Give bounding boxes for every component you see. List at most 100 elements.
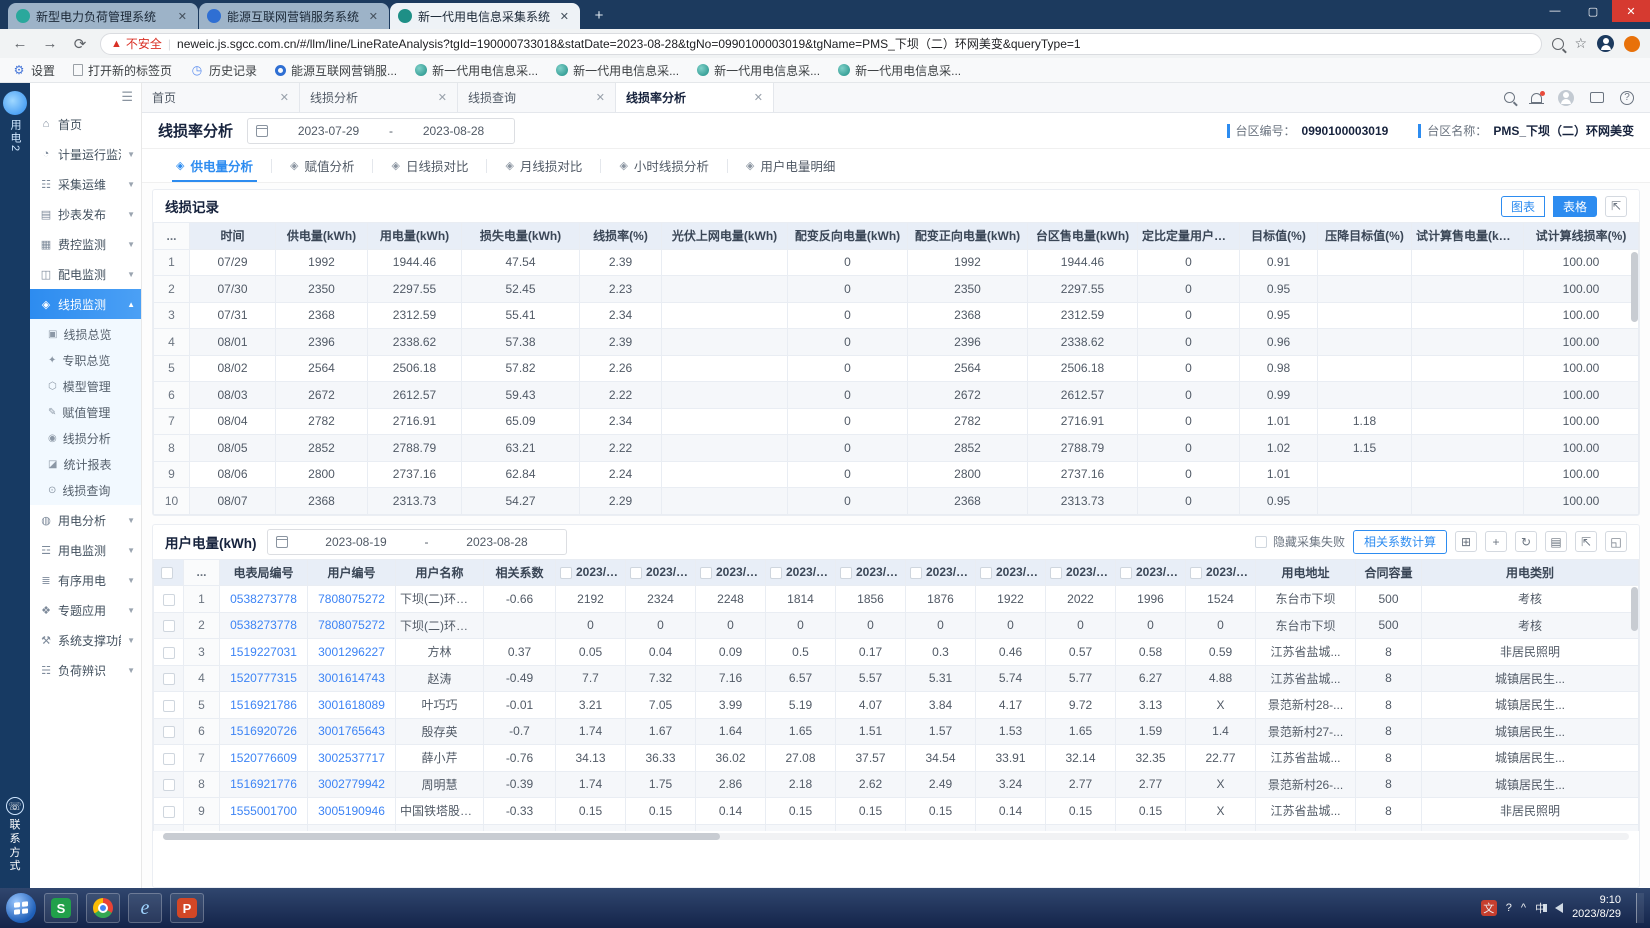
link-cell[interactable]: 1520777315 (220, 665, 308, 692)
link-cell[interactable]: 3005190946 (308, 798, 396, 825)
volume-icon[interactable] (1555, 903, 1563, 913)
link-cell[interactable]: 3001296227 (308, 639, 396, 666)
tab-close-icon[interactable]: ✕ (175, 10, 190, 23)
row-checkbox[interactable] (163, 700, 175, 712)
wps-taskbar-icon[interactable]: S (44, 893, 78, 923)
sub-tab-日线损对比[interactable]: ◈日线损对比 (373, 149, 486, 182)
row-checkbox-cell[interactable] (154, 718, 184, 745)
date-column-checkbox[interactable] (1190, 567, 1202, 579)
sidebar-collapse-icon[interactable]: ☰ (121, 89, 133, 105)
column-header[interactable] (154, 559, 184, 586)
ime-tray-icon[interactable]: 文 (1481, 900, 1497, 916)
link-cell[interactable]: 3001614743 (308, 665, 396, 692)
row-checkbox[interactable] (163, 594, 175, 606)
browser-update-icon[interactable] (1624, 36, 1640, 52)
nav-tab-首页[interactable]: 首页✕ (142, 83, 300, 112)
date-start[interactable]: 2023-07-29 (276, 124, 381, 138)
notification-bell-icon[interactable] (1531, 93, 1542, 103)
link-cell[interactable]: 3001765643 (308, 718, 396, 745)
row-checkbox-cell[interactable] (154, 612, 184, 639)
date-column-checkbox[interactable] (1120, 567, 1132, 579)
hidden-icons-arrow[interactable]: ^ (1521, 902, 1526, 914)
sidebar-subitem-模型管理[interactable]: ⬡模型管理 (30, 373, 141, 399)
row-checkbox-cell[interactable] (154, 665, 184, 692)
show-desktop-button[interactable] (1636, 893, 1644, 923)
sub-tab-月线损对比[interactable]: ◈月线损对比 (487, 149, 600, 182)
sidebar-item-用电分析[interactable]: ◍用电分析▼ (30, 505, 141, 535)
loss-table-scrollbar[interactable] (1631, 252, 1638, 322)
refresh-table-icon[interactable]: ↻ (1515, 531, 1537, 552)
link-cell[interactable]: 1555001700 (220, 798, 308, 825)
link-cell[interactable]: 1516921776 (220, 771, 308, 798)
sidebar-item-系统支撑功能[interactable]: ⚒系统支撑功能▼ (30, 625, 141, 655)
select-all-checkbox[interactable] (161, 567, 173, 579)
row-checkbox[interactable] (163, 673, 175, 685)
fullscreen-table-icon[interactable]: ◱ (1605, 531, 1627, 552)
row-checkbox[interactable] (163, 806, 175, 818)
export-table-icon[interactable]: ⇱ (1575, 531, 1597, 552)
bookmark-item[interactable]: ⚙设置 (12, 62, 55, 79)
taskbar-clock[interactable]: 9:10 2023/8/29 (1572, 894, 1627, 922)
row-checkbox-cell[interactable] (154, 798, 184, 825)
sidebar-item-抄表发布[interactable]: ▤抄表发布▼ (30, 199, 141, 229)
save-icon[interactable]: ▤ (1545, 531, 1567, 552)
bookmark-item[interactable]: 新一代用电信息采... (556, 62, 679, 79)
link-cell[interactable]: 1555001701 (220, 824, 308, 831)
row-checkbox[interactable] (163, 726, 175, 738)
browser-tab[interactable]: 新型电力负荷管理系统✕ (8, 3, 198, 29)
sidebar-subitem-线损分析[interactable]: ◉线损分析 (30, 425, 141, 451)
sidebar-item-专题应用[interactable]: ❖专题应用▼ (30, 595, 141, 625)
user-table-scrollbar[interactable] (1631, 587, 1638, 631)
sidebar-item-配电监测[interactable]: ◫配电监测▼ (30, 259, 141, 289)
tab-close-icon[interactable]: ✕ (280, 91, 289, 104)
sidebar-subitem-赋值管理[interactable]: ✎赋值管理 (30, 399, 141, 425)
row-checkbox[interactable] (163, 620, 175, 632)
sub-tab-赋值分析[interactable]: ◈赋值分析 (272, 149, 372, 182)
sidebar-item-费控监测[interactable]: ▦费控监测▼ (30, 229, 141, 259)
sub-tab-小时线损分析[interactable]: ◈小时线损分析 (601, 149, 726, 182)
sidebar-item-有序用电[interactable]: ≣有序用电▼ (30, 565, 141, 595)
correlation-calc-button[interactable]: 相关系数计算 (1353, 530, 1447, 554)
row-checkbox-cell[interactable] (154, 745, 184, 772)
close-button[interactable]: ✕ (1612, 0, 1650, 22)
sidebar-subitem-专职总览[interactable]: ✦专职总览 (30, 347, 141, 373)
tab-close-icon[interactable]: ✕ (754, 91, 763, 104)
browser-tab[interactable]: 能源互联网营销服务系统✕ (199, 3, 389, 29)
sidebar-item-线损监测[interactable]: ◈线损监测▲ (30, 289, 141, 319)
browser-tab[interactable]: 新一代用电信息采集系统✕ (390, 3, 580, 29)
minimize-button[interactable]: — (1536, 0, 1574, 22)
sidebar-item-采集运维[interactable]: ☷采集运维▼ (30, 169, 141, 199)
link-cell[interactable]: 3002537717 (308, 745, 396, 772)
ie-taskbar-icon[interactable]: e (128, 893, 162, 923)
date-column-checkbox[interactable] (840, 567, 852, 579)
url-field[interactable]: ▲ 不安全 | neweic.js.sgcc.com.cn/#/llm/line… (100, 33, 1542, 55)
date-column-checkbox[interactable] (770, 567, 782, 579)
row-checkbox[interactable] (163, 647, 175, 659)
add-icon[interactable]: + (1485, 531, 1507, 552)
link-cell[interactable]: 3005190947 (308, 824, 396, 831)
powerpoint-taskbar-icon[interactable]: P (170, 893, 204, 923)
new-tab-button[interactable]: + (587, 3, 611, 27)
contact-button[interactable]: ☏ 联系方式 (6, 797, 24, 874)
date-column-checkbox[interactable] (560, 567, 572, 579)
date-column-checkbox[interactable] (980, 567, 992, 579)
main-date-range-picker[interactable]: 2023-07-29 - 2023-08-28 (247, 118, 515, 144)
start-button[interactable] (6, 893, 36, 923)
date-end[interactable]: 2023-08-28 (401, 124, 506, 138)
row-checkbox-cell[interactable] (154, 771, 184, 798)
sidebar-item-用电监测[interactable]: ☲用电监测▼ (30, 535, 141, 565)
link-cell[interactable]: 0538273778 (220, 612, 308, 639)
view-table-button[interactable]: 表格 (1553, 196, 1597, 217)
sidebar-item-首页[interactable]: ⌂首页 (30, 109, 141, 139)
bookmark-item[interactable]: 新一代用电信息采... (415, 62, 538, 79)
row-checkbox-cell[interactable] (154, 586, 184, 613)
profile-icon[interactable] (1597, 35, 1614, 52)
link-cell[interactable]: 7808075272 (308, 586, 396, 613)
bookmark-item[interactable]: 能源互联网营销服... (275, 62, 397, 79)
nav-tab-线损率分析[interactable]: 线损率分析✕ (616, 83, 774, 112)
view-chart-button[interactable]: 图表 (1501, 196, 1545, 217)
fullscreen-icon[interactable] (1590, 92, 1604, 103)
tab-close-icon[interactable]: ✕ (596, 91, 605, 104)
date-column-checkbox[interactable] (630, 567, 642, 579)
help-tray-icon[interactable]: ? (1506, 902, 1512, 914)
